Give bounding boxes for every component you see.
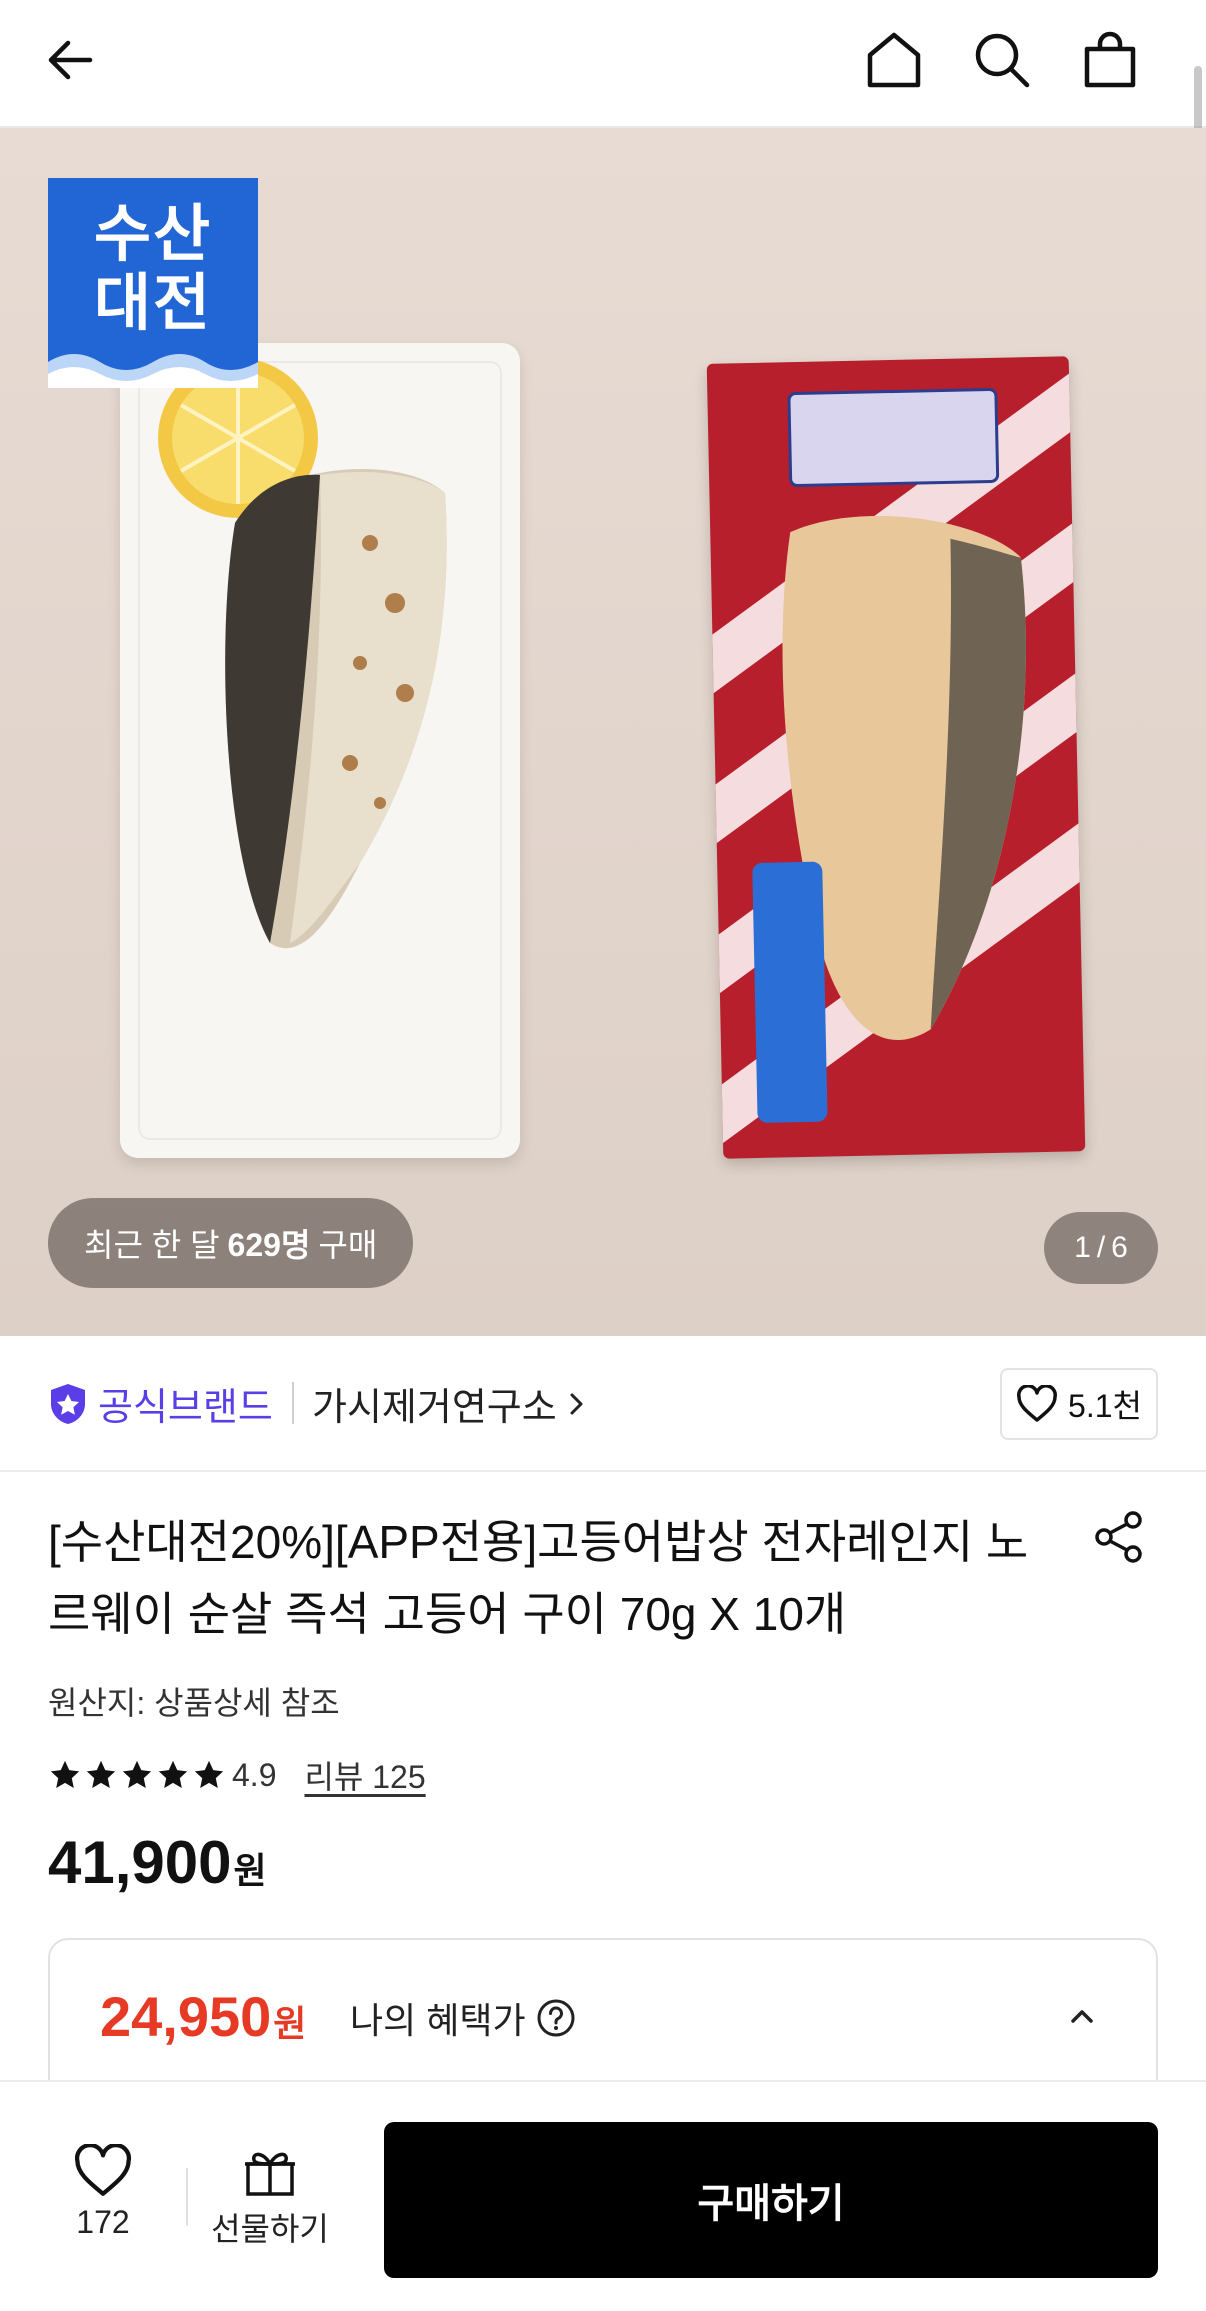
benefit-label-group: 나의 혜택가 — [350, 1992, 576, 2044]
home-button[interactable] — [854, 20, 934, 100]
brand-row: 공식브랜드 가시제거연구소 5.1천 — [0, 1336, 1206, 1472]
store-name: 가시제거연구소 — [312, 1387, 557, 1429]
benefit-price-panel[interactable]: 24,950 원 나의 혜택가 — [48, 1938, 1158, 2098]
recent-count: 629명 — [227, 1227, 311, 1263]
star-icon — [86, 1760, 116, 1789]
price-unit: 원 — [233, 1850, 267, 1891]
product-image-carousel[interactable]: 수산 대전 최근 한 달 629명 구매 1 / 6 — [0, 128, 1206, 1336]
divider — [292, 1382, 294, 1424]
recent-suffix: 구매 — [318, 1227, 378, 1263]
original-price: 41,900 원 — [48, 1828, 267, 1897]
image-page-indicator: 1 / 6 — [1044, 1212, 1158, 1284]
store-link[interactable]: 가시제거연구소 — [312, 1376, 587, 1431]
star-shield-icon — [51, 1383, 85, 1424]
brand-like-count: 5.1천 — [1068, 1388, 1142, 1424]
shopping-bag-icon — [1084, 31, 1136, 88]
cart-button[interactable] — [1070, 20, 1150, 100]
star-icon — [158, 1760, 188, 1789]
product-title: [수산대전20%][APP전용]고등어밥상 전자레인지 노르웨이 순살 즉석 고… — [48, 1516, 1029, 1640]
official-brand-badge: 공식브랜드 — [48, 1376, 273, 1431]
badge-line-1: 수산 — [93, 200, 213, 269]
recent-purchase-badge: 최근 한 달 629명 구매 — [48, 1198, 414, 1288]
arrow-left-icon — [48, 40, 93, 80]
plate-illustration — [120, 343, 520, 1158]
badge-line-2: 대전 — [93, 269, 213, 339]
benefit-label: 나의 혜택가 — [350, 2000, 526, 2041]
divider — [186, 2168, 188, 2226]
price-value: 41,900 — [48, 1829, 232, 1896]
grilled-fish-illustration — [158, 358, 447, 949]
heart-icon — [1017, 1385, 1057, 1422]
recent-prefix: 최근 한 달 — [84, 1227, 220, 1263]
rating-value: 4.9 — [232, 1756, 277, 1793]
search-icon — [975, 33, 1030, 88]
benefit-price-unit: 원 — [273, 2003, 307, 2044]
top-header — [0, 0, 1206, 128]
rating-row: 4.9 리뷰 125 — [48, 1752, 426, 1798]
star-rating — [48, 1758, 226, 1792]
page-current: 1 — [1074, 1231, 1091, 1264]
chevron-up-icon — [1071, 2010, 1093, 2023]
review-link[interactable]: 리뷰 125 — [304, 1752, 425, 1798]
home-icon — [867, 32, 921, 88]
back-button[interactable] — [30, 20, 110, 100]
search-button[interactable] — [962, 20, 1042, 100]
buy-button[interactable]: 구매하기 — [384, 2122, 1158, 2278]
help-icon[interactable] — [536, 1998, 576, 2038]
wave-icon — [48, 354, 258, 388]
collapse-toggle[interactable] — [1062, 1996, 1102, 2036]
share-button[interactable] — [1088, 1506, 1150, 1568]
star-icon — [122, 1760, 152, 1789]
share-icon — [1095, 1511, 1142, 1563]
page-separator: / — [1096, 1231, 1106, 1264]
sale-event-badge: 수산 대전 — [48, 178, 258, 388]
official-brand-label: 공식브랜드 — [98, 1387, 273, 1429]
brand-like-button[interactable]: 5.1천 — [1000, 1368, 1158, 1440]
gift-icon — [245, 2152, 295, 2196]
chevron-right-icon — [570, 1393, 583, 1414]
packaged-product-illustration — [706, 356, 1086, 1159]
benefit-price-value: 24,950 — [100, 1985, 272, 2048]
heart-icon — [74, 2144, 132, 2196]
benefit-price: 24,950 원 — [100, 1984, 306, 2049]
origin-text: 원산지: 상품상세 참조 — [48, 1685, 340, 1721]
star-icon — [50, 1760, 80, 1789]
gift-label: 선물하기 — [211, 2211, 329, 2247]
wishlist-count: 172 — [76, 2204, 130, 2240]
star-icon — [194, 1760, 224, 1789]
gift-button[interactable]: 선물하기 — [205, 2144, 335, 2250]
page-total: 6 — [1111, 1231, 1128, 1264]
bottom-action-bar: 172 선물하기 구매하기 — [0, 2080, 1206, 2311]
wishlist-button[interactable]: 172 — [48, 2144, 158, 2241]
